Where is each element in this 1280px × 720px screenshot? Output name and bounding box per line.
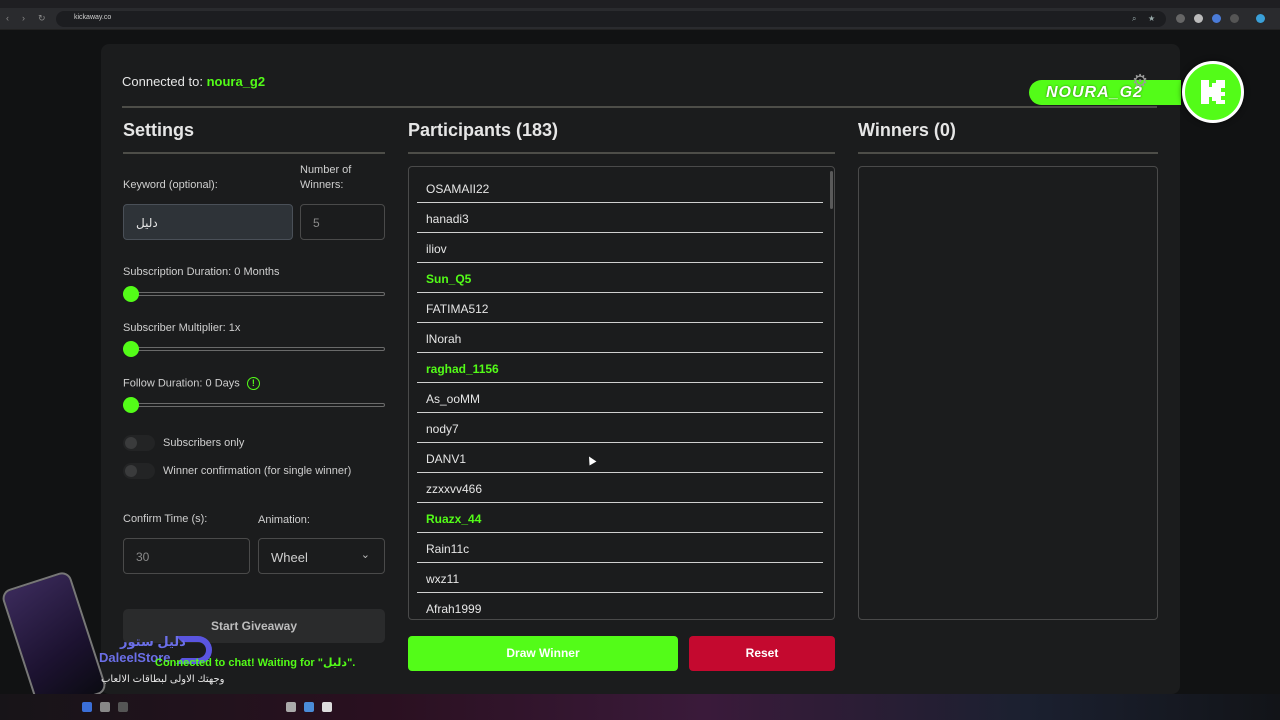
- chevron-down-icon: ⌄: [360, 549, 370, 561]
- winners-count-label-line2: Winners:: [300, 179, 344, 191]
- browser-tab-strip: [0, 0, 1280, 8]
- slider-track[interactable]: [123, 292, 385, 296]
- participant-row[interactable]: Rain11c: [417, 533, 823, 563]
- divider: [858, 152, 1158, 154]
- bookmark-star-icon[interactable]: ★: [1148, 14, 1155, 23]
- participant-row[interactable]: zzxxvv466: [417, 473, 823, 503]
- winner-confirmation-label: Winner confirmation (for single winner): [163, 465, 352, 477]
- slider-thumb[interactable]: [123, 286, 139, 302]
- slider-track[interactable]: [123, 403, 385, 407]
- brand-name-arabic: دليل ستور: [120, 634, 186, 649]
- taskbar-app-icon[interactable]: [286, 702, 296, 712]
- subscriber-multiplier-label: Subscriber Multiplier: 1x: [123, 322, 241, 334]
- participant-row[interactable]: As_ooMM: [417, 383, 823, 413]
- participant-row[interactable]: hanadi3: [417, 203, 823, 233]
- subscription-duration-slider[interactable]: [123, 286, 385, 302]
- scrollbar[interactable]: [830, 171, 833, 209]
- profile-avatar[interactable]: [1256, 14, 1265, 23]
- participants-list[interactable]: OSAMAII22 hanadi3 iliov Sun_Q5 FATIMA512…: [408, 166, 835, 620]
- divider: [123, 152, 385, 154]
- subscribers-only-toggle[interactable]: [123, 435, 155, 451]
- subscribers-only-label: Subscribers only: [163, 437, 245, 449]
- extension-icon[interactable]: [1176, 14, 1185, 23]
- subscription-duration-label: Subscription Duration: 0 Months: [123, 266, 280, 278]
- streamer-badge: NOURA_G2: [1029, 80, 1181, 105]
- taskbar-app-icon[interactable]: [322, 702, 332, 712]
- info-icon[interactable]: !: [246, 377, 260, 390]
- forward-icon[interactable]: ›: [22, 13, 25, 23]
- extension-icon[interactable]: [1230, 14, 1239, 23]
- reload-icon[interactable]: ↻: [38, 13, 46, 24]
- divider: [122, 106, 1157, 108]
- draw-winner-button[interactable]: Draw Winner: [408, 636, 678, 671]
- winners-list: [858, 166, 1158, 620]
- participant-row[interactable]: lNorah: [417, 323, 823, 353]
- extension-icon[interactable]: [1212, 14, 1221, 23]
- participant-row[interactable]: Ruazx_44: [417, 503, 823, 533]
- winners-count-label-line1: Number of: [300, 164, 352, 176]
- winner-confirmation-toggle[interactable]: [123, 463, 155, 479]
- participant-row[interactable]: iliov: [417, 233, 823, 263]
- kick-logo-icon: [1182, 61, 1244, 123]
- toggle-knob[interactable]: [125, 465, 137, 477]
- follow-duration-label: Follow Duration: 0 Days !: [123, 377, 260, 390]
- winners-count-input[interactable]: 5: [300, 204, 385, 240]
- animation-select[interactable]: Wheel ⌄: [258, 538, 385, 574]
- participant-row[interactable]: FATIMA512: [417, 293, 823, 323]
- taskbar-app-icon[interactable]: [82, 702, 92, 712]
- participant-row[interactable]: wxz11: [417, 563, 823, 593]
- slider-track[interactable]: [123, 347, 385, 351]
- brand-tagline: وجهتك الاولى لبطاقات الالعاب: [101, 674, 225, 685]
- participant-row[interactable]: OSAMAII22: [417, 173, 823, 203]
- winners-title: Winners (0): [858, 120, 956, 140]
- slider-thumb[interactable]: [123, 397, 139, 413]
- keyword-label: Keyword (optional):: [123, 179, 218, 191]
- browser-tab[interactable]: [378, 0, 428, 6]
- reset-button[interactable]: Reset: [689, 636, 835, 671]
- participant-row[interactable]: Afrah1999: [417, 593, 823, 619]
- browser-tab[interactable]: [20, 0, 110, 6]
- taskbar-app-icon[interactable]: [118, 702, 128, 712]
- extension-icon[interactable]: [1194, 14, 1203, 23]
- confirm-time-input[interactable]: 30: [123, 538, 250, 574]
- participant-row[interactable]: nody7: [417, 413, 823, 443]
- toggle-knob[interactable]: [125, 437, 137, 449]
- taskbar-app-icon[interactable]: [100, 702, 110, 712]
- follow-duration-slider[interactable]: [123, 397, 385, 413]
- gear-icon[interactable]: ⚙: [1132, 71, 1148, 92]
- participant-row[interactable]: DANV1: [417, 443, 823, 473]
- participant-row[interactable]: Sun_Q5: [417, 263, 823, 293]
- divider: [408, 152, 835, 154]
- slider-thumb[interactable]: [123, 341, 139, 357]
- taskbar: [0, 694, 1280, 720]
- keyword-input[interactable]: دليل: [123, 204, 293, 240]
- connection-status: Connected to: noura_g2: [122, 74, 266, 89]
- chat-status-text: Connected to chat! Waiting for "دليل".: [155, 657, 356, 669]
- browser-tab[interactable]: [140, 0, 250, 6]
- zoom-icon[interactable]: ⌕: [1132, 14, 1136, 24]
- taskbar-app-icon[interactable]: [304, 702, 314, 712]
- animation-label: Animation:: [258, 514, 310, 526]
- address-bar[interactable]: kickaway.co ⌕ ★: [56, 11, 1166, 27]
- participant-row[interactable]: raghad_1156: [417, 353, 823, 383]
- url-text: kickaway.co: [74, 14, 112, 21]
- browser-tab[interactable]: [265, 0, 365, 6]
- settings-title: Settings: [123, 120, 195, 140]
- channel-name: noura_g2: [206, 74, 266, 89]
- back-icon[interactable]: ‹: [6, 13, 9, 23]
- confirm-time-label: Confirm Time (s):: [123, 513, 208, 525]
- participants-title: Participants (183): [408, 120, 559, 140]
- subscriber-multiplier-slider[interactable]: [123, 341, 385, 357]
- browser-toolbar: ‹ › ↻ kickaway.co ⌕ ★: [0, 8, 1280, 30]
